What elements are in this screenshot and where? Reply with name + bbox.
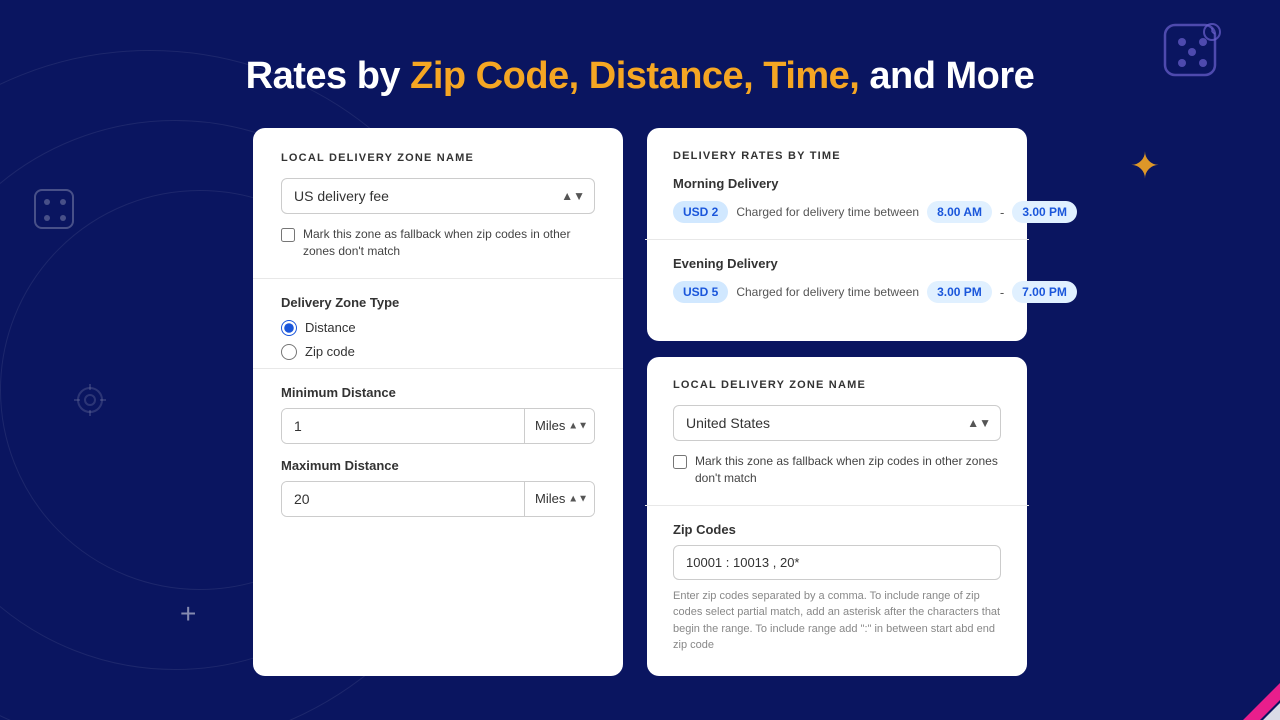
main-heading: Rates by Zip Code, Distance, Time, and M… bbox=[0, 0, 1280, 128]
radio-distance-label: Distance bbox=[305, 320, 356, 335]
fallback-checkbox-row: Mark this zone as fallback when zip code… bbox=[281, 226, 595, 260]
left-card-title: LOCAL DELIVERY ZONE NAME bbox=[281, 152, 595, 164]
min-distance-label: Minimum Distance bbox=[281, 385, 595, 400]
morning-start-time: 8.00 AM bbox=[927, 201, 992, 223]
morning-usd-badge: USD 2 bbox=[673, 201, 728, 223]
evening-start-time: 3.00 PM bbox=[927, 281, 992, 303]
fallback-checkbox-row-right: Mark this zone as fallback when zip code… bbox=[673, 453, 1001, 487]
cards-container: LOCAL DELIVERY ZONE NAME US delivery fee… bbox=[0, 128, 1280, 676]
morning-time-row: USD 2 Charged for delivery time between … bbox=[673, 201, 1001, 223]
divider-1 bbox=[253, 278, 623, 279]
max-unit-select[interactable]: Miles bbox=[525, 482, 594, 515]
zip-codes-input[interactable] bbox=[673, 545, 1001, 580]
zone-name-select-wrapper: US delivery fee ▲▼ bbox=[281, 178, 595, 214]
min-distance-group: Minimum Distance Miles ▲▼ bbox=[281, 385, 595, 444]
morning-delivery-title: Morning Delivery bbox=[673, 176, 1001, 191]
evening-usd-badge: USD 5 bbox=[673, 281, 728, 303]
radio-zipcode-label: Zip code bbox=[305, 344, 355, 359]
right-bottom-card-title: LOCAL DELIVERY ZONE NAME bbox=[673, 379, 1001, 391]
min-distance-input[interactable] bbox=[282, 409, 524, 443]
fallback-checkbox-label: Mark this zone as fallback when zip code… bbox=[303, 226, 595, 260]
morning-time-desc: Charged for delivery time between bbox=[736, 205, 919, 219]
max-distance-group: Maximum Distance Miles ▲▼ bbox=[281, 458, 595, 517]
rates-by-time-title: DELIVERY RATES BY TIME bbox=[673, 150, 1001, 162]
zip-help-text: Enter zip codes separated by a comma. To… bbox=[673, 588, 1001, 654]
min-unit-select[interactable]: Miles bbox=[525, 409, 594, 442]
divider-2 bbox=[253, 368, 623, 369]
radio-distance[interactable] bbox=[281, 320, 297, 336]
max-distance-input[interactable] bbox=[282, 482, 524, 516]
min-unit-wrapper: Miles ▲▼ bbox=[524, 409, 594, 443]
evening-delivery-title: Evening Delivery bbox=[673, 256, 1001, 271]
max-distance-label: Maximum Distance bbox=[281, 458, 595, 473]
evening-delivery-block: Evening Delivery USD 5 Charged for deliv… bbox=[673, 256, 1001, 303]
left-card: LOCAL DELIVERY ZONE NAME US delivery fee… bbox=[253, 128, 623, 676]
radio-zipcode-row: Zip code bbox=[281, 344, 595, 360]
zone-name-select[interactable]: US delivery fee bbox=[281, 178, 595, 214]
country-select-wrapper: United States ▲▼ bbox=[673, 405, 1001, 441]
evening-dash: - bbox=[1000, 285, 1004, 300]
evening-time-row: USD 5 Charged for delivery time between … bbox=[673, 281, 1001, 303]
min-distance-input-wrapper: Miles ▲▼ bbox=[281, 408, 595, 444]
evening-end-time: 7.00 PM bbox=[1012, 281, 1077, 303]
morning-delivery-block: Morning Delivery USD 2 Charged for deliv… bbox=[673, 176, 1001, 223]
right-column: DELIVERY RATES BY TIME Morning Delivery … bbox=[647, 128, 1027, 676]
zip-codes-label: Zip Codes bbox=[673, 522, 1001, 537]
radio-distance-row: Distance bbox=[281, 320, 595, 336]
zip-divider bbox=[645, 505, 1029, 506]
right-top-card: DELIVERY RATES BY TIME Morning Delivery … bbox=[647, 128, 1027, 341]
country-select[interactable]: United States bbox=[673, 405, 1001, 441]
fallback-checkbox-right[interactable] bbox=[673, 455, 687, 469]
radio-zipcode[interactable] bbox=[281, 344, 297, 360]
morning-end-time: 3.00 PM bbox=[1012, 201, 1077, 223]
right-bottom-card: LOCAL DELIVERY ZONE NAME United States ▲… bbox=[647, 357, 1027, 676]
morning-dash: - bbox=[1000, 205, 1004, 220]
zone-type-label: Delivery Zone Type bbox=[281, 295, 595, 310]
fallback-checkbox[interactable] bbox=[281, 228, 295, 242]
rates-divider bbox=[645, 239, 1029, 240]
max-unit-wrapper: Miles ▲▼ bbox=[524, 482, 594, 516]
fallback-checkbox-label-right: Mark this zone as fallback when zip code… bbox=[695, 453, 1001, 487]
evening-time-desc: Charged for delivery time between bbox=[736, 285, 919, 299]
max-distance-input-wrapper: Miles ▲▼ bbox=[281, 481, 595, 517]
